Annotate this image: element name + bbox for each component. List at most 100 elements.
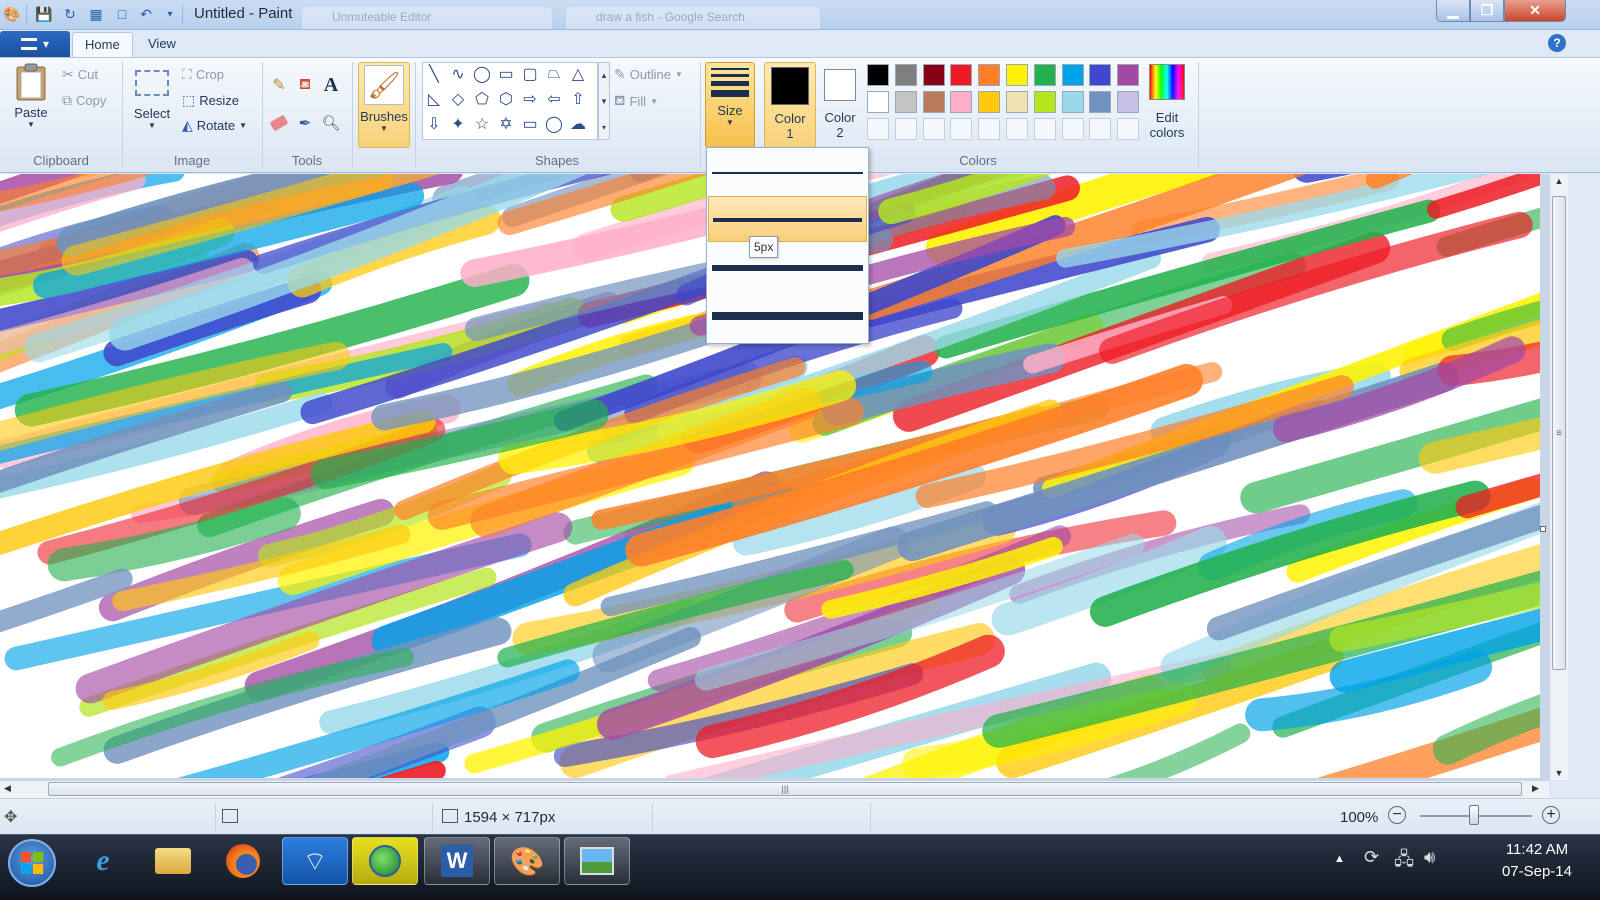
palette-swatch[interactable] — [867, 64, 889, 86]
palette-swatch-empty[interactable] — [1006, 118, 1028, 140]
maximize-button[interactable]: ❐ — [1470, 0, 1504, 22]
rounded-rectangle-shape-icon[interactable]: ▢ — [519, 63, 541, 85]
scroll-up-arrow-icon[interactable]: ▲ — [1550, 176, 1568, 186]
palette-swatch[interactable] — [1117, 64, 1140, 86]
palette-swatch[interactable] — [867, 91, 889, 113]
palette-swatch-empty[interactable] — [867, 118, 889, 140]
callout-rect-shape-icon[interactable]: ▭ — [519, 113, 541, 135]
rectangle-shape-icon[interactable]: ▭ — [495, 63, 517, 85]
palette-swatch[interactable] — [1089, 91, 1112, 113]
help-icon[interactable]: ? — [1548, 34, 1566, 52]
paint-app-icon[interactable]: 🎨 — [2, 4, 22, 24]
palette-swatch-empty[interactable] — [1033, 118, 1056, 140]
palette-swatch[interactable] — [950, 91, 973, 113]
size-option-3px[interactable] — [708, 196, 867, 242]
minimize-button[interactable]: ▁ — [1436, 0, 1470, 22]
scroll-down-arrow-icon[interactable]: ▼ — [1550, 768, 1568, 778]
network-icon[interactable]: 🖧︎ — [1394, 847, 1414, 877]
vertical-scroll-thumb[interactable]: ≡ — [1552, 196, 1566, 670]
eraser-tool[interactable] — [268, 112, 290, 134]
five-point-star-shape-icon[interactable]: ☆ — [471, 113, 493, 135]
show-hidden-icons-icon[interactable]: ▲ — [1334, 853, 1345, 865]
oval-shape-icon[interactable]: ◯ — [471, 63, 493, 85]
palette-swatch[interactable] — [1006, 64, 1028, 86]
palette-swatch[interactable] — [1033, 91, 1056, 113]
sync-icon[interactable]: ⟳ — [1364, 847, 1379, 868]
palette-swatch[interactable] — [1006, 91, 1028, 113]
taskbar-paint[interactable]: 🎨 — [494, 837, 560, 885]
palette-swatch[interactable] — [978, 64, 1001, 86]
palette-swatch[interactable] — [894, 91, 917, 113]
palette-swatch[interactable] — [978, 91, 1001, 113]
line-shape-icon[interactable]: ╲ — [423, 63, 445, 85]
fill-button[interactable]: ⛾ Fill ▼ — [614, 92, 658, 111]
system-clock[interactable]: 11:42 AM 07-Sep-14 — [1502, 839, 1572, 883]
redo-icon[interactable]: ↻ — [60, 4, 80, 24]
fill-tool[interactable]: ⛾ — [294, 74, 316, 96]
palette-swatch[interactable] — [1117, 91, 1140, 113]
taskbar-ie[interactable]: e — [70, 837, 136, 885]
polygon-shape-icon[interactable]: ⏢ — [543, 63, 565, 85]
up-arrow-shape-icon[interactable]: ⇧ — [567, 88, 589, 110]
color2-button[interactable]: Color 2 — [817, 62, 863, 148]
six-point-star-shape-icon[interactable]: ✡ — [495, 113, 517, 135]
palette-swatch-empty[interactable] — [950, 118, 973, 140]
brushes-button[interactable]: 🖌︎ Brushes ▼ — [358, 62, 410, 148]
paste-button[interactable]: Paste ▼ — [8, 62, 54, 129]
scroll-left-arrow-icon[interactable]: ◀ — [4, 783, 11, 794]
magnifier-tool[interactable]: 🔍︎ — [320, 112, 342, 134]
palette-swatch[interactable] — [950, 64, 973, 86]
crop-button[interactable]: ⛶ Crop — [182, 66, 224, 83]
taskbar-photo-viewer[interactable] — [564, 837, 630, 885]
zoom-in-icon[interactable]: + — [1542, 806, 1560, 824]
palette-swatch[interactable] — [1089, 64, 1112, 86]
palette-swatch-empty[interactable] — [1089, 118, 1112, 140]
taskbar-explorer[interactable] — [140, 837, 206, 885]
shapes-gallery-scroll[interactable]: ▲ ▼ ▾ — [598, 62, 610, 140]
palette-swatch-empty[interactable] — [894, 118, 917, 140]
shapes-gallery[interactable]: ╲ ∿ ◯ ▭ ▢ ⏢ △ ◺ ◇ ⬠ ⬡ ⇨ ⇦ ⇧ ⇩ ✦ ☆ ✡ ▭ ◯ … — [422, 62, 598, 140]
rotate-button[interactable]: ◭ Rotate ▼ — [182, 117, 247, 134]
palette-swatch[interactable] — [1061, 64, 1084, 86]
save-icon[interactable]: 💾 — [34, 4, 54, 24]
palette-swatch[interactable] — [922, 64, 945, 86]
text-tool[interactable]: A — [320, 74, 342, 96]
outline-button[interactable]: ✎ Outline ▼ — [614, 66, 683, 83]
zoom-slider-thumb[interactable] — [1469, 805, 1479, 825]
vertical-scrollbar[interactable]: ▲ ≡ ▼ — [1549, 174, 1568, 780]
undo-icon[interactable]: ↶ — [136, 4, 156, 24]
palette-swatch[interactable] — [894, 64, 917, 86]
hexagon-shape-icon[interactable]: ⬡ — [495, 88, 517, 110]
triangle-shape-icon[interactable]: △ — [567, 63, 589, 85]
palette-swatch-empty[interactable] — [1117, 118, 1140, 140]
palette-swatch[interactable] — [922, 91, 945, 113]
scroll-right-arrow-icon[interactable]: ▶ — [1532, 783, 1539, 794]
tab-home[interactable]: Home — [72, 32, 133, 57]
palette-swatch-empty[interactable] — [1061, 118, 1084, 140]
palette-swatch-empty[interactable] — [922, 118, 945, 140]
edit-colors-button[interactable]: Edit colors — [1142, 62, 1192, 140]
zoom-out-icon[interactable]: − — [1388, 806, 1406, 824]
four-point-star-shape-icon[interactable]: ✦ — [447, 113, 469, 135]
size-option-8px[interactable] — [708, 292, 867, 338]
new-icon[interactable]: □ — [112, 4, 132, 24]
volume-icon[interactable]: 🔊︎ — [1424, 847, 1435, 868]
properties-icon[interactable]: ▦ — [86, 4, 106, 24]
size-button[interactable]: Size ▼ — [705, 62, 755, 148]
left-arrow-shape-icon[interactable]: ⇦ — [543, 88, 565, 110]
size-option-5px[interactable] — [708, 244, 867, 290]
taskbar-word[interactable]: W — [424, 837, 490, 885]
horizontal-scroll-thumb[interactable]: ||| — [48, 782, 1522, 796]
canvas-resize-handle[interactable] — [1540, 526, 1546, 532]
size-option-1px[interactable] — [708, 150, 867, 196]
taskbar-firefox[interactable] — [210, 837, 276, 885]
palette-swatch-empty[interactable] — [978, 118, 1001, 140]
color1-button[interactable]: Color 1 — [764, 62, 816, 148]
palette-swatch[interactable] — [1061, 91, 1084, 113]
palette-swatch[interactable] — [1033, 64, 1056, 86]
copy-button[interactable]: ⧉ Copy — [62, 92, 106, 109]
horizontal-scrollbar[interactable]: ◀ ||| ▶ — [0, 780, 1549, 798]
start-button[interactable] — [8, 839, 56, 887]
taskbar-download-manager[interactable] — [352, 837, 418, 885]
down-arrow-shape-icon[interactable]: ⇩ — [423, 113, 445, 135]
